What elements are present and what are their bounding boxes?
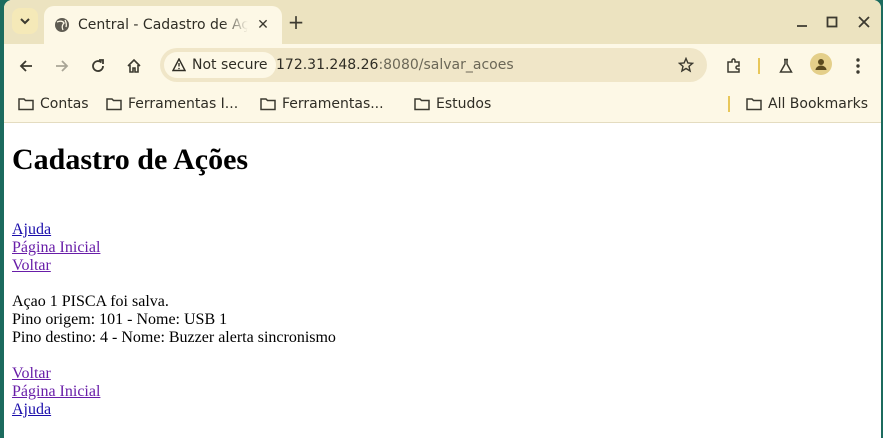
new-tab-button[interactable]: + [284,10,308,34]
url-path: :8080/salvar_acoes [378,57,514,73]
security-label: Not secure [192,57,268,73]
tab-active[interactable]: Central - Cadastro de Ações ✕ [44,6,282,44]
folder-icon [746,98,762,111]
link-voltar-top[interactable]: Voltar [12,257,51,274]
extensions-icon[interactable] [720,52,748,80]
destination-pin-message: Pino destino: 4 - Nome: Buzzer alerta si… [12,329,336,346]
folder-icon [260,98,276,111]
bookmark-label: Ferramentas I... [128,96,239,112]
folder-icon [18,98,34,111]
bookmark-folder-ferramentas-1[interactable]: Ferramentas I... [106,93,238,115]
bookmarks-divider [728,96,730,112]
all-bookmarks-label: All Bookmarks [768,96,869,112]
bookmarks-bar: Contas Ferramentas I... Ferramentas... E… [4,86,881,123]
warning-icon [172,58,186,72]
reload-icon[interactable] [84,52,112,80]
toolbar: Not secure 172.31.248.26:8080/salvar_aco… [4,44,881,86]
bookmark-folder-contas[interactable]: Contas [18,93,89,115]
home-icon[interactable] [120,52,148,80]
maximize-icon[interactable] [820,10,844,34]
chevron-down-icon [20,18,30,25]
link-pagina-inicial-bottom[interactable]: Página Inicial [12,383,100,400]
all-bookmarks-button[interactable]: All Bookmarks [746,93,868,115]
close-tab-icon[interactable]: ✕ [254,16,272,34]
menu-kebab-icon[interactable] [844,52,872,80]
minimize-icon[interactable] [790,10,814,34]
tab-title: Central - Cadastro de Ações [78,17,248,33]
link-ajuda-top[interactable]: Ajuda [12,221,51,238]
tab-search-button[interactable] [12,8,38,34]
labs-flask-icon[interactable] [772,52,800,80]
toolbar-divider [758,58,760,74]
bookmark-label: Contas [40,96,89,112]
folder-icon [414,98,430,111]
page-title: Cadastro de Ações [12,143,249,176]
link-voltar-bottom[interactable]: Voltar [12,365,51,382]
globe-icon [54,17,70,33]
link-ajuda-bottom[interactable]: Ajuda [12,401,51,418]
close-window-icon[interactable] [852,10,876,34]
page-content: Cadastro de Ações Ajuda Página Inicial V… [4,123,881,438]
profile-avatar-icon[interactable] [810,53,832,75]
security-chip[interactable]: Not secure [164,52,276,78]
address-bar[interactable]: Not secure 172.31.248.26:8080/salvar_aco… [160,48,707,82]
tab-strip: Central - Cadastro de Ações ✕ + [4,0,881,44]
bookmark-label: Ferramentas... [282,96,384,112]
browser-window: Central - Cadastro de Ações ✕ + [4,0,881,438]
folder-icon [106,98,122,111]
url-text[interactable]: 172.31.248.26:8080/salvar_acoes [276,57,514,73]
back-icon[interactable] [12,52,40,80]
url-host: 172.31.248.26 [276,57,379,73]
origin-pin-message: Pino origem: 101 - Nome: USB 1 [12,311,228,328]
bookmark-label: Estudos [436,96,492,112]
save-message: Açao 1 PISCA foi salva. [12,293,169,310]
bookmark-star-icon[interactable] [677,56,695,74]
link-pagina-inicial-top[interactable]: Página Inicial [12,239,100,256]
bookmark-folder-estudos[interactable]: Estudos [414,93,491,115]
bookmark-folder-ferramentas-2[interactable]: Ferramentas... [260,93,384,115]
forward-icon[interactable] [48,52,76,80]
